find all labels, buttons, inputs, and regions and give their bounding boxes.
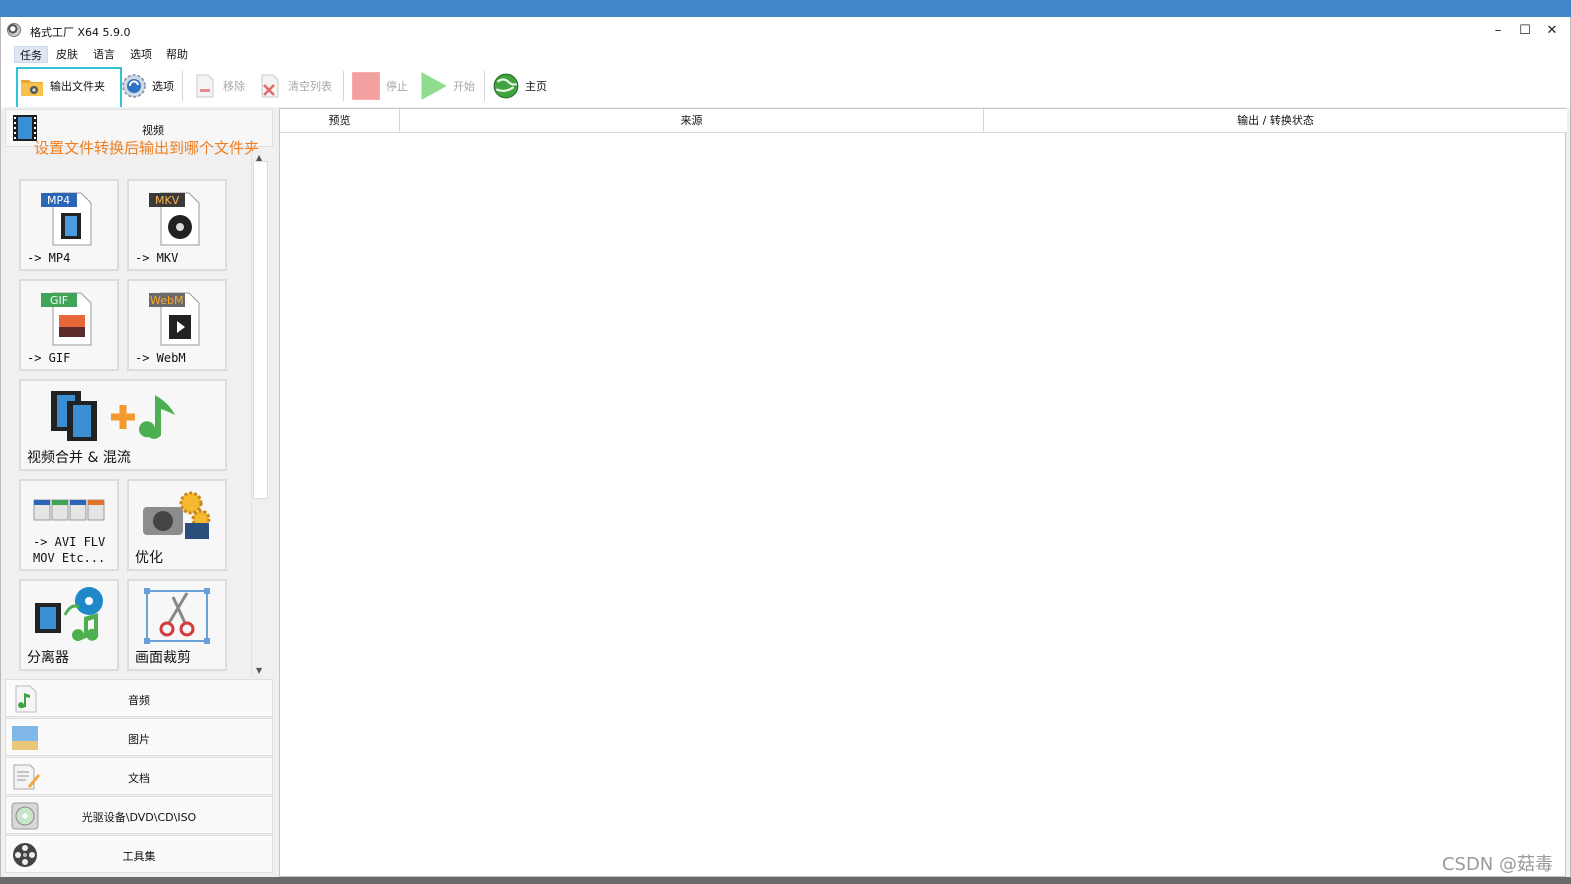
- column-preview[interactable]: 预览: [280, 109, 400, 133]
- multi-format-icon: [33, 499, 105, 521]
- gif-file-icon: [41, 292, 92, 346]
- stop-label: 停止: [386, 80, 408, 93]
- category-optical-drive-label: 光驱设备\DVD\CD\ISO: [81, 811, 197, 824]
- remove-document-icon: [196, 74, 214, 98]
- app-icon: [7, 23, 21, 37]
- menu-language[interactable]: 语言: [88, 46, 120, 63]
- menu-task[interactable]: 任务: [14, 46, 48, 63]
- toolbar-separator: [343, 71, 344, 101]
- left-panel: 视频 设置文件转换后输出到哪个文件夹 MP4 -> MP4 MKV -> MKV…: [5, 107, 273, 875]
- splitter-caption: 分离器: [27, 650, 69, 666]
- globe-icon: [493, 73, 519, 99]
- mp4-caption: -> MP4: [27, 251, 71, 265]
- tile-to-gif[interactable]: GIF -> GIF: [19, 279, 119, 371]
- optimize-gears-icon: [143, 491, 211, 539]
- gif-badge: GIF: [50, 294, 69, 307]
- task-list[interactable]: 预览 来源 输出 / 转换状态: [279, 108, 1567, 877]
- gif-caption: -> GIF: [27, 351, 71, 365]
- start-label: 开始: [453, 80, 475, 93]
- category-toolbox-label: 工具集: [122, 850, 156, 863]
- webm-badge: WebM: [150, 294, 184, 307]
- scroll-down-icon[interactable]: ▼: [256, 666, 262, 675]
- app-window: 格式工厂 X64 5.9.0 – ☐ ✕ 任务 皮肤 语言 选项 帮助 输出文件…: [0, 17, 1571, 877]
- category-image[interactable]: 图片: [5, 718, 273, 756]
- video-tools-list: MP4 -> MP4 MKV -> MKV GIF -> GIF WebM ->…: [13, 151, 251, 677]
- tile-to-mp4[interactable]: MP4 -> MP4: [19, 179, 119, 271]
- category-document[interactable]: 文档: [5, 757, 273, 795]
- remove-button[interactable]: 移除: [192, 69, 245, 103]
- window-title: 格式工厂 X64 5.9.0: [30, 26, 131, 39]
- tile-to-mkv[interactable]: MKV -> MKV: [127, 179, 227, 271]
- mkv-caption: -> MKV: [135, 251, 179, 265]
- video-category-label: 视频: [142, 124, 164, 137]
- category-audio[interactable]: 音频: [5, 679, 273, 717]
- scissors-crop-icon: [144, 588, 210, 644]
- merge-film-music-icon: [51, 391, 175, 441]
- menu-skin[interactable]: 皮肤: [51, 46, 83, 63]
- splitter-icon: [35, 587, 103, 642]
- avi-caption-line2: MOV Etc...: [33, 551, 106, 565]
- watermark: CSDN @菇毒: [1441, 854, 1553, 875]
- category-audio-label: 音频: [128, 694, 150, 707]
- merge-caption: 视频合并 & 混流: [27, 450, 131, 466]
- toolbar-separator: [484, 71, 485, 101]
- tile-video-merge-mux[interactable]: 视频合并 & 混流: [19, 379, 227, 471]
- category-image-label: 图片: [128, 733, 150, 746]
- clear-list-icon: [261, 74, 279, 98]
- webm-caption: -> WebM: [135, 351, 186, 365]
- home-label: 主页: [525, 80, 547, 93]
- menu-options[interactable]: 选项: [125, 46, 157, 63]
- scrollbar-thumb[interactable]: [253, 161, 268, 499]
- tile-to-webm[interactable]: WebM -> WebM: [127, 279, 227, 371]
- play-icon: [421, 72, 447, 100]
- mkv-badge: MKV: [155, 194, 180, 207]
- menu-help[interactable]: 帮助: [161, 46, 193, 63]
- tile-to-avi-flv-mov[interactable]: -> AVI FLV MOV Etc...: [19, 479, 119, 571]
- start-button[interactable]: 开始: [418, 69, 475, 103]
- toolbar-separator: [182, 71, 183, 101]
- tile-splitter[interactable]: 分离器: [19, 579, 119, 671]
- tile-optimize[interactable]: 优化: [127, 479, 227, 571]
- optimize-caption: 优化: [135, 550, 163, 566]
- video-list-scrollbar[interactable]: ▲ ▼: [251, 151, 269, 677]
- category-document-label: 文档: [128, 772, 150, 785]
- tile-crop[interactable]: 画面裁剪: [127, 579, 227, 671]
- clear-list-label: 清空列表: [288, 80, 332, 93]
- options-gear-icon: [122, 74, 146, 98]
- menu-bar: 任务 皮肤 语言 选项 帮助: [1, 45, 1570, 65]
- category-toolbox[interactable]: 工具集: [5, 835, 273, 873]
- mp4-badge: MP4: [47, 194, 71, 207]
- close-icon[interactable]: ✕: [1542, 22, 1562, 40]
- options-button[interactable]: 选项: [121, 69, 174, 103]
- avi-caption-line1: -> AVI FLV: [33, 535, 106, 549]
- minimize-icon[interactable]: –: [1488, 22, 1508, 40]
- category-optical-drive[interactable]: 光驱设备\DVD\CD\ISO: [5, 796, 273, 834]
- stop-icon: [352, 72, 380, 100]
- toolbar: 输出文件夹 选项 移除 清空列表 停止 开始 主页: [1, 65, 1570, 107]
- title-bar: 格式工厂 X64 5.9.0 – ☐ ✕: [1, 17, 1570, 45]
- home-button[interactable]: 主页: [492, 69, 547, 103]
- clear-list-button[interactable]: 清空列表: [257, 69, 332, 103]
- desktop-top-strip: [0, 0, 1571, 17]
- column-output-status[interactable]: 输出 / 转换状态: [984, 109, 1567, 133]
- remove-label: 移除: [223, 80, 245, 93]
- crop-caption: 画面裁剪: [135, 650, 191, 666]
- taskbar-strip: [0, 877, 1571, 884]
- maximize-icon[interactable]: ☐: [1515, 22, 1535, 40]
- column-source[interactable]: 来源: [400, 109, 984, 133]
- options-label: 选项: [152, 80, 174, 93]
- stop-button[interactable]: 停止: [351, 69, 408, 103]
